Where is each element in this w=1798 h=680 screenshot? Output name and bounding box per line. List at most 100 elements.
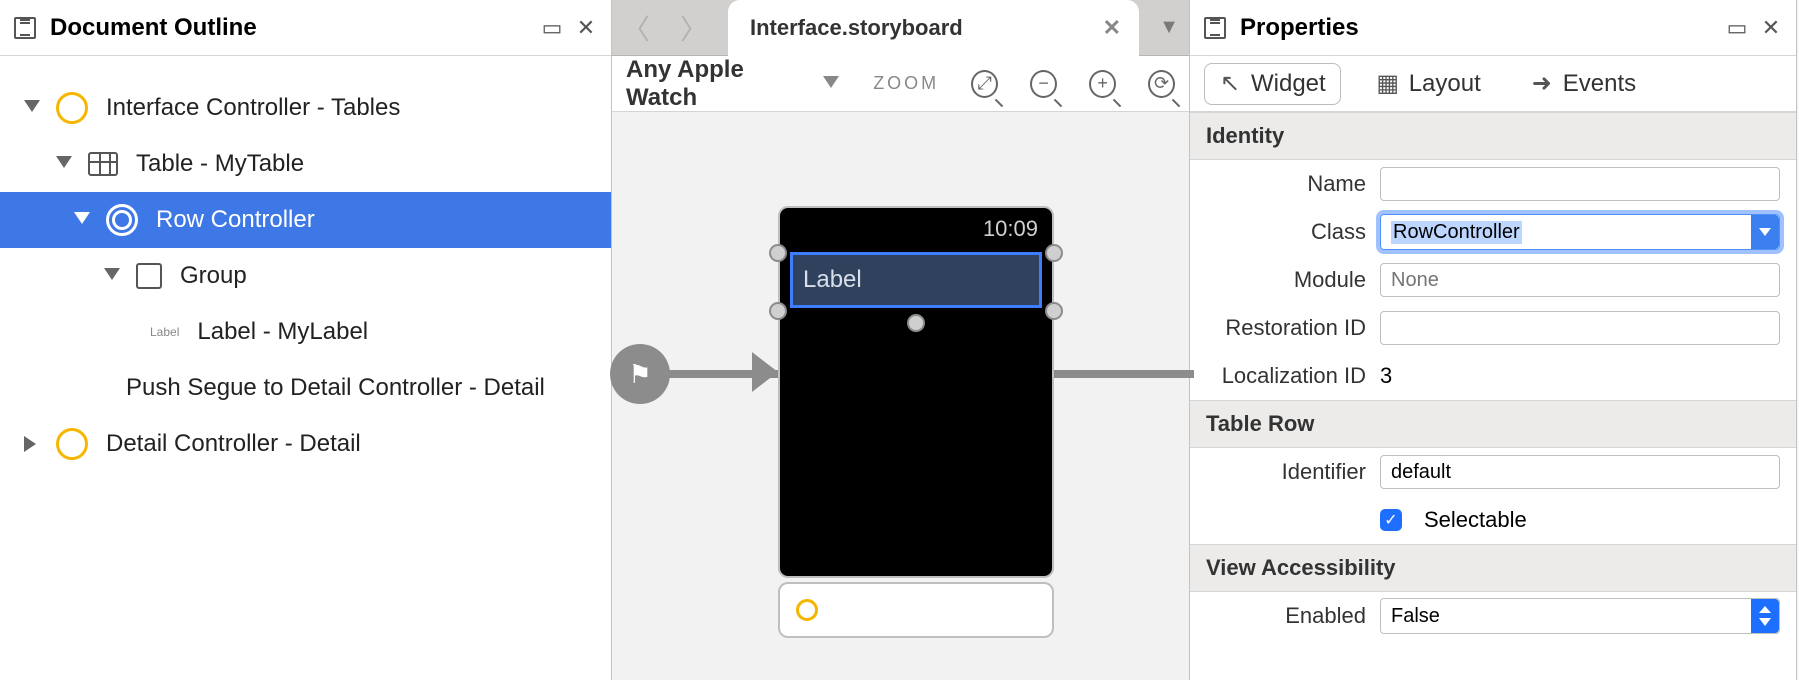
disclosure-icon[interactable] [104, 268, 120, 284]
watch-scene[interactable]: 10:09 Label [778, 206, 1054, 578]
events-icon: ➜ [1531, 73, 1553, 95]
resize-handle[interactable] [769, 244, 787, 262]
device-selector[interactable]: Any Apple Watch [626, 56, 855, 112]
tree-item-group[interactable]: Group [0, 248, 611, 304]
class-combobox[interactable]: RowController [1380, 214, 1780, 250]
enabled-value: False [1391, 605, 1440, 628]
zoom-actual-icon[interactable]: ⟳ [1148, 70, 1175, 98]
resize-handle[interactable] [1045, 302, 1063, 320]
tree-item-label[interactable]: Label Label - MyLabel [0, 304, 611, 360]
properties-title: Properties [1240, 14, 1359, 42]
label-module: Module [1206, 267, 1366, 293]
nav-back-button[interactable]: 〈 [612, 0, 660, 56]
tab-overflow-icon[interactable]: ▼ [1149, 16, 1189, 39]
label-restoration-id: Restoration ID [1206, 315, 1366, 341]
watch-scene-footer[interactable] [778, 582, 1054, 638]
prop-identifier: Identifier [1190, 448, 1796, 496]
tab-label: Layout [1409, 70, 1481, 98]
label-name: Name [1206, 171, 1366, 197]
properties-icon [1204, 17, 1226, 39]
zoom-fit-icon[interactable]: ⤢ [971, 70, 998, 98]
tab-label: Interface.storyboard [750, 15, 963, 41]
controller-icon [56, 428, 88, 460]
module-field[interactable] [1380, 263, 1780, 297]
tab-events[interactable]: ➜ Events [1517, 64, 1650, 104]
watch-time: 10:09 [983, 216, 1038, 242]
section-table-row: Table Row [1190, 400, 1796, 448]
tree-label: Detail Controller - Detail [106, 430, 361, 458]
canvas-tabbar: 〈 〉 Interface.storyboard ✕ ▼ [612, 0, 1189, 56]
label-identifier: Identifier [1206, 459, 1366, 485]
tree-label: Group [180, 262, 247, 290]
disclosure-icon[interactable] [24, 436, 40, 452]
tab-layout[interactable]: ▦ Layout [1363, 64, 1495, 104]
section-view-accessibility: View Accessibility [1190, 544, 1796, 592]
tab-widget[interactable]: ↖ Widget [1204, 63, 1341, 105]
prop-module: Module [1190, 256, 1796, 304]
entry-point-icon[interactable]: ⚑ [610, 344, 670, 404]
disclosure-icon[interactable] [56, 156, 72, 172]
canvas-body[interactable]: ⚑ 10:09 Label [612, 112, 1189, 680]
minimize-icon[interactable]: ▭ [541, 17, 563, 39]
document-outline-panel: Document Outline ▭ ✕ Interface Controlle… [0, 0, 612, 680]
chevron-down-icon [823, 76, 839, 92]
tree-label: Label - MyLabel [197, 318, 368, 346]
tree-item-segue[interactable]: Push Segue to Detail Controller - Detail [0, 360, 611, 416]
disclosure-icon[interactable] [74, 212, 90, 228]
zoom-out-icon[interactable]: − [1030, 70, 1057, 98]
outline-header: Document Outline ▭ ✕ [0, 0, 611, 56]
prop-restoration-id: Restoration ID [1190, 304, 1796, 352]
label-class: Class [1206, 219, 1366, 245]
class-value: RowController [1391, 221, 1522, 244]
disclosure-icon[interactable] [24, 100, 40, 116]
resize-handle[interactable] [907, 314, 925, 332]
editor-tab[interactable]: Interface.storyboard ✕ [728, 0, 1139, 56]
resize-handle[interactable] [1045, 244, 1063, 262]
section-identity: Identity [1190, 112, 1796, 160]
tree-item-table[interactable]: Table - MyTable [0, 136, 611, 192]
tab-close-icon[interactable]: ✕ [1103, 15, 1121, 41]
restoration-id-field[interactable] [1380, 311, 1780, 345]
prop-enabled: Enabled False [1190, 592, 1796, 640]
tree-label: Push Segue to Detail Controller - Detail [126, 374, 545, 402]
identifier-field[interactable] [1380, 455, 1780, 489]
segue-arrow[interactable] [1054, 370, 1194, 378]
layout-icon: ▦ [1377, 73, 1399, 95]
prop-class: Class RowController [1190, 208, 1796, 256]
outline-icon [14, 17, 36, 39]
tree-item-detail-controller[interactable]: Detail Controller - Detail [0, 416, 611, 472]
tab-label: Widget [1251, 70, 1326, 98]
row-controller-icon [106, 204, 138, 236]
entry-arrow-head [752, 352, 778, 392]
tree-item-row-controller[interactable]: Row Controller [0, 192, 611, 248]
zoom-label: ZOOM [873, 73, 939, 94]
stepper-icon[interactable] [1751, 599, 1779, 633]
enabled-combobox[interactable]: False [1380, 598, 1780, 634]
minimize-icon[interactable]: ▭ [1726, 17, 1748, 39]
tree-item-interface-controller[interactable]: Interface Controller - Tables [0, 80, 611, 136]
prop-selectable: ✓ Selectable [1190, 496, 1796, 544]
name-field[interactable] [1380, 167, 1780, 201]
label-localization-id: Localization ID [1206, 363, 1366, 389]
prop-localization-id: Localization ID 3 [1190, 352, 1796, 400]
device-label: Any Apple Watch [626, 56, 811, 112]
close-icon[interactable]: ✕ [1760, 17, 1782, 39]
selected-row[interactable]: Label [790, 252, 1042, 308]
label-selectable: Selectable [1424, 507, 1527, 533]
close-icon[interactable]: ✕ [575, 17, 597, 39]
properties-header: Properties ▭ ✕ [1190, 0, 1796, 56]
controller-icon [56, 92, 88, 124]
resize-handle[interactable] [769, 302, 787, 320]
controller-icon [796, 599, 818, 621]
canvas-panel: 〈 〉 Interface.storyboard ✕ ▼ Any Apple W… [612, 0, 1190, 680]
cursor-icon: ↖ [1219, 73, 1241, 95]
outline-title: Document Outline [50, 14, 257, 42]
selectable-checkbox[interactable]: ✓ [1380, 509, 1402, 531]
zoom-in-icon[interactable]: + [1089, 70, 1116, 98]
tree-label: Interface Controller - Tables [106, 94, 400, 122]
nav-forward-button[interactable]: 〉 [670, 0, 718, 56]
table-icon [88, 152, 118, 176]
chevron-down-icon[interactable] [1751, 215, 1779, 249]
localization-id-value: 3 [1380, 363, 1780, 389]
group-icon [136, 263, 162, 289]
